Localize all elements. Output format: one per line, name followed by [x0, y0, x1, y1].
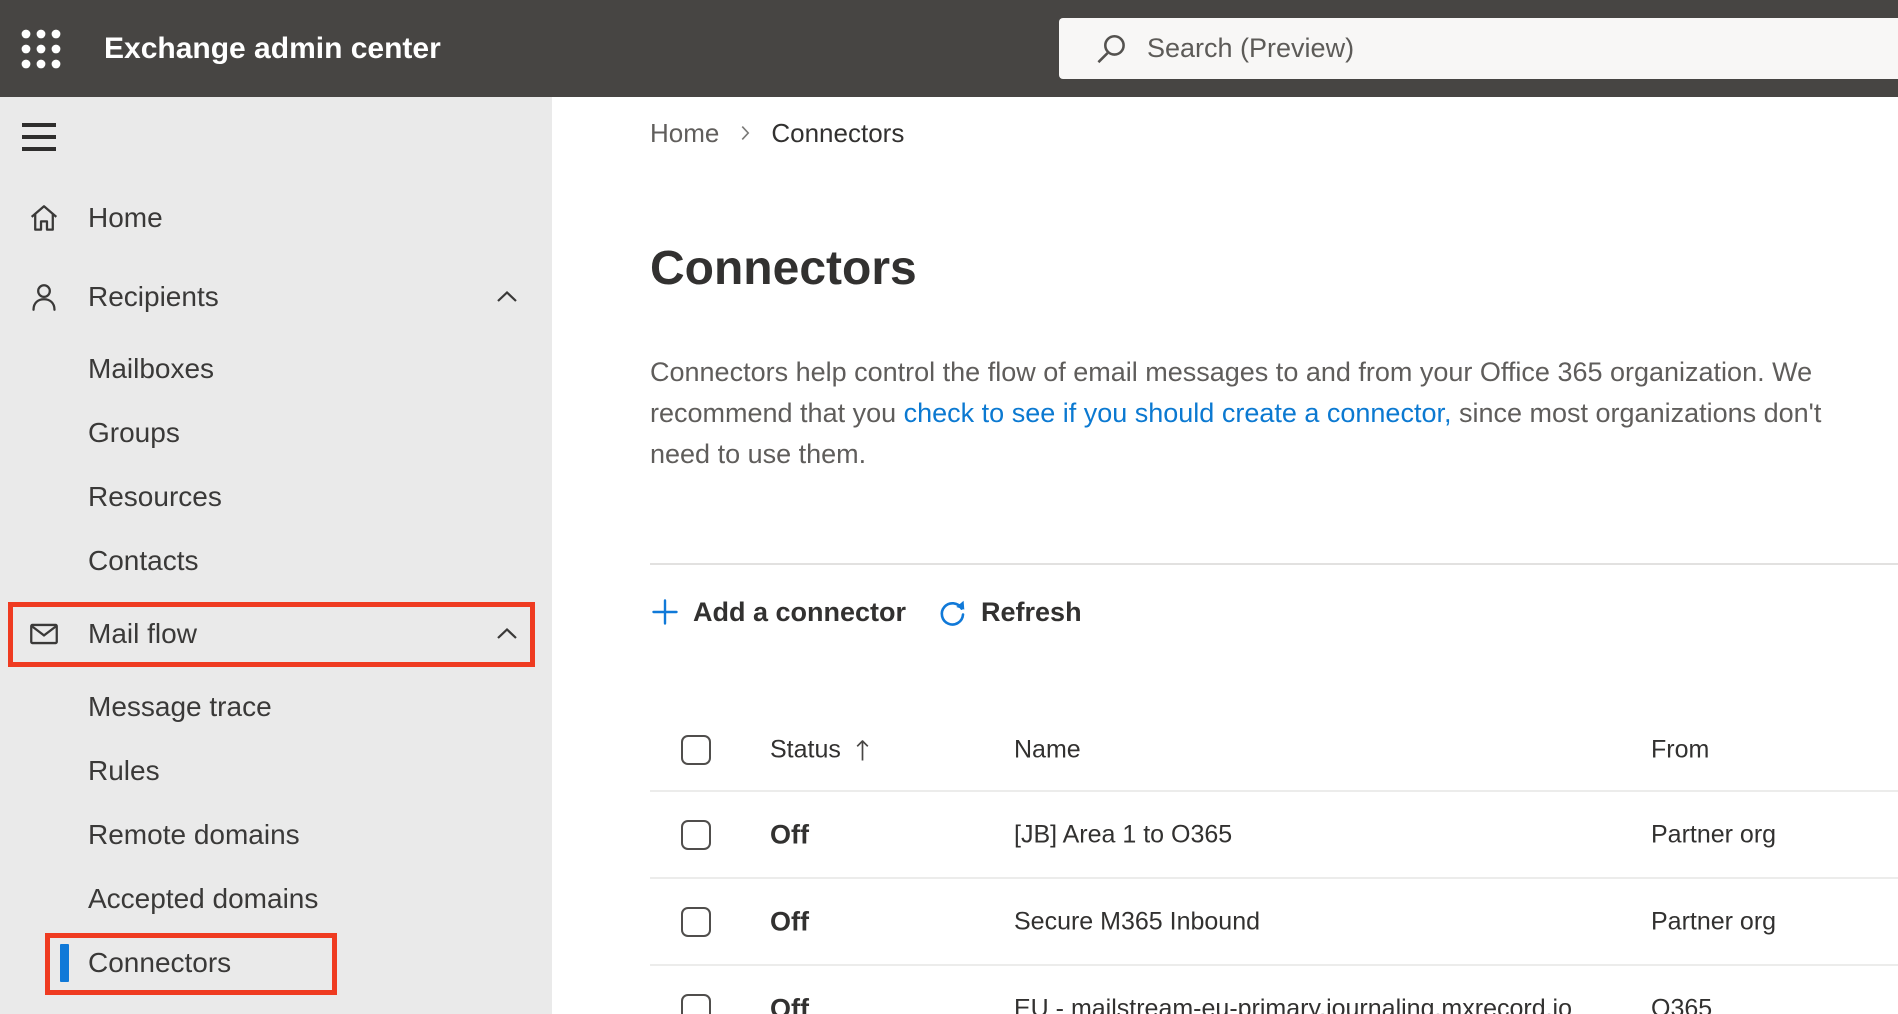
create-connector-link[interactable]: check to see if you should create a conn…: [904, 398, 1452, 428]
status-cell: Off: [770, 906, 809, 936]
sidebar-item-label: Recipients: [88, 281, 219, 312]
name-cell[interactable]: EU - mailstream-eu-primary.journaling.mx…: [1014, 994, 1572, 1014]
sidebar-item-label: Mailboxes: [88, 353, 215, 384]
sidebar-item-connectors[interactable]: Connectors: [0, 941, 552, 985]
row-checkbox[interactable]: [681, 819, 711, 850]
waffle-icon: [21, 29, 61, 69]
sidebar-item-label: Connectors: [88, 947, 232, 978]
sidebar-item-label: Groups: [88, 417, 180, 448]
page-title: Connectors: [650, 242, 917, 295]
from-cell: Partner org: [1651, 907, 1777, 935]
refresh-label: Refresh: [981, 596, 1082, 627]
sidebar-item-remote-domains[interactable]: Remote domains: [0, 813, 552, 857]
toolbar: Add a connector Refresh: [650, 589, 1082, 635]
sidebar-item-label: Message trace: [88, 691, 272, 722]
sidebar-item-rules[interactable]: Rules: [0, 749, 552, 793]
sidebar-item-mailboxes[interactable]: Mailboxes: [0, 347, 552, 391]
app-title: Exchange admin center: [104, 32, 441, 65]
sidebar-item-mail-flow[interactable]: Mail flow: [0, 612, 552, 656]
app-launcher-icon[interactable]: [16, 24, 66, 74]
breadcrumb-home-link[interactable]: Home: [650, 118, 719, 149]
sidebar-item-message-trace[interactable]: Message trace: [0, 685, 552, 729]
name-cell[interactable]: [JB] Area 1 to O365: [1014, 820, 1232, 849]
refresh-button[interactable]: Refresh: [936, 596, 1082, 628]
home-icon: [26, 200, 62, 236]
table-row[interactable]: Off Secure M365 Inbound Partner org: [650, 879, 1898, 966]
select-all-checkbox[interactable]: [681, 735, 711, 765]
table-row[interactable]: Off EU - mailstream-eu-primary.journalin…: [650, 966, 1898, 1014]
main-content: Home Connectors Connectors Connectors he…: [552, 97, 1898, 1014]
sidebar-item-accepted-domains[interactable]: Accepted domains: [0, 877, 552, 921]
sidebar-item-label: Rules: [88, 755, 160, 786]
selected-indicator-bar: [60, 944, 69, 982]
status-cell: Off: [770, 819, 809, 849]
row-checkbox[interactable]: [681, 993, 711, 1014]
connectors-table: Status Name From Off [JB] Area 1 to O365…: [552, 710, 1898, 1014]
refresh-icon: [940, 600, 965, 626]
chevron-up-icon[interactable]: [492, 624, 522, 644]
hamburger-menu-icon[interactable]: [22, 117, 66, 157]
breadcrumb-separator-icon: [742, 126, 750, 140]
row-checkbox[interactable]: [681, 906, 711, 937]
column-header-status[interactable]: Status: [770, 736, 841, 765]
sidebar-item-recipients[interactable]: Recipients: [0, 275, 552, 319]
sidebar-nav: Home Recipients Mailboxes Groups Resourc…: [0, 97, 552, 1014]
toolbar-divider: [650, 563, 1898, 565]
add-connector-label: Add a connector: [693, 596, 907, 627]
sidebar-item-home[interactable]: Home: [0, 196, 552, 240]
sidebar-item-label: Contacts: [88, 545, 199, 576]
page-description: Connectors help control the flow of emai…: [650, 352, 1865, 475]
person-icon: [26, 279, 62, 315]
sort-ascending-icon: [854, 737, 871, 763]
chevron-up-icon[interactable]: [492, 287, 522, 307]
sidebar-item-label: Home: [88, 202, 163, 233]
breadcrumb-current: Connectors: [771, 117, 905, 148]
sidebar-item-groups[interactable]: Groups: [0, 411, 552, 455]
sidebar-item-label: Remote domains: [88, 819, 300, 850]
sidebar-item-resources[interactable]: Resources: [0, 475, 552, 519]
sidebar-item-label: Resources: [88, 481, 222, 512]
sidebar-item-label: Mail flow: [88, 618, 197, 649]
search-box[interactable]: [1059, 18, 1898, 79]
column-header-from[interactable]: From: [1651, 736, 1709, 765]
breadcrumb: Home Connectors: [650, 116, 904, 150]
sidebar-item-label: Accepted domains: [88, 883, 319, 914]
envelope-icon: [26, 616, 62, 652]
status-cell: Off: [770, 993, 809, 1014]
plus-icon: [652, 599, 678, 625]
from-cell: O365: [1651, 994, 1713, 1014]
table-row[interactable]: Off [JB] Area 1 to O365 Partner org: [650, 792, 1898, 879]
search-input[interactable]: [1147, 33, 1898, 64]
name-cell[interactable]: Secure M365 Inbound: [1014, 907, 1260, 936]
add-connector-button[interactable]: Add a connector: [650, 597, 906, 628]
top-bar: Exchange admin center: [0, 0, 1898, 97]
table-header-row: Status Name From: [650, 710, 1898, 792]
column-header-name[interactable]: Name: [1014, 736, 1081, 765]
search-icon: [1097, 34, 1125, 63]
from-cell: Partner org: [1651, 820, 1777, 848]
sidebar-item-contacts[interactable]: Contacts: [0, 539, 552, 583]
